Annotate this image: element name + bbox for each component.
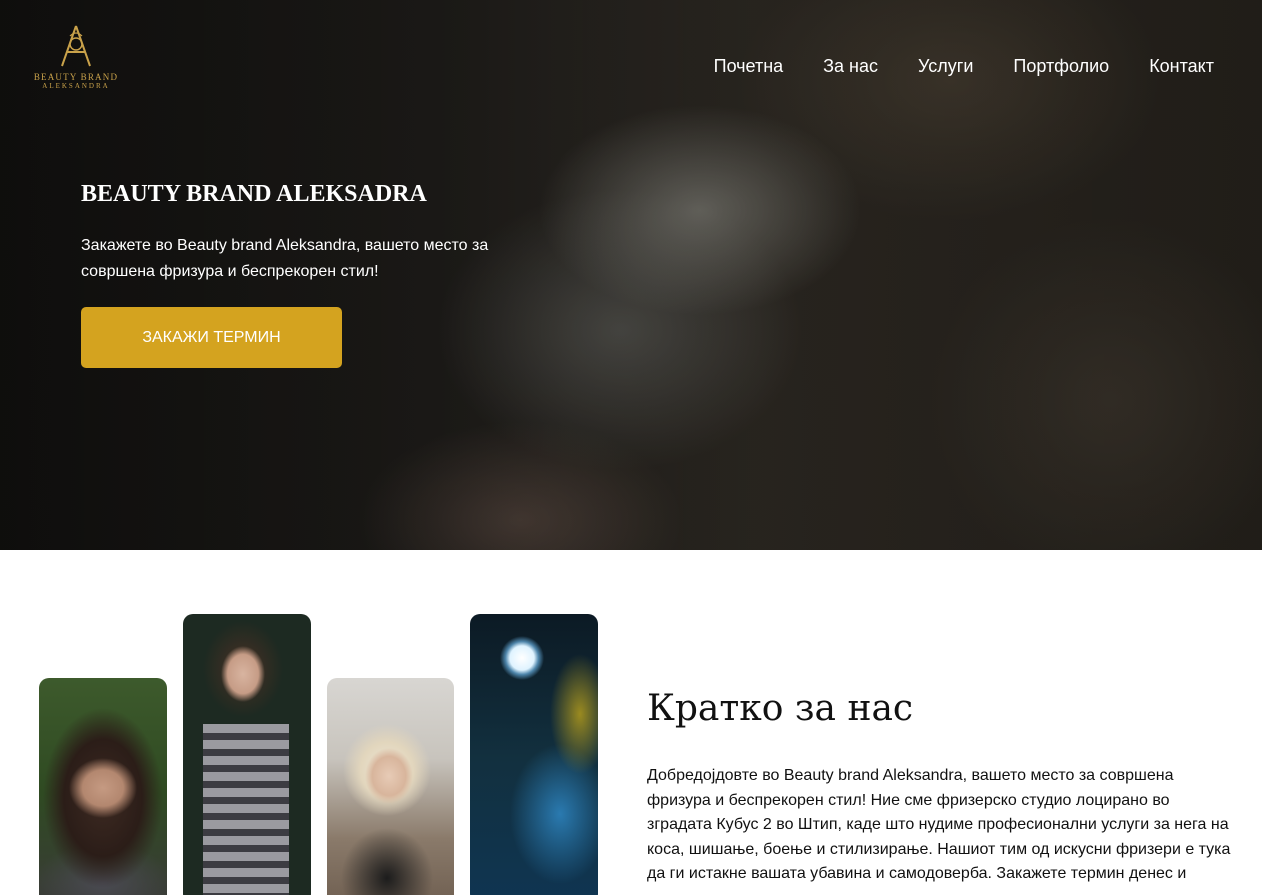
main-nav: Почетна За нас Услуги Портфолио Контакт bbox=[714, 56, 1214, 77]
nav-contact[interactable]: Контакт bbox=[1149, 56, 1214, 77]
about-text: Добредојдовте во Beauty brand Aleksandra… bbox=[647, 767, 1231, 882]
hero-section: BEAUTY BRAND ALEKSANDRA Почетна За нас У… bbox=[0, 0, 1262, 550]
nav-about[interactable]: За нас bbox=[823, 56, 878, 77]
gallery-photo-2 bbox=[183, 614, 311, 895]
nav-services[interactable]: Услуги bbox=[918, 56, 973, 77]
gallery-photo-1 bbox=[39, 678, 167, 895]
gallery-photo-3 bbox=[327, 678, 454, 895]
book-appointment-button[interactable]: ЗАКАЖИ ТЕРМИН bbox=[81, 307, 342, 368]
logo-emblem-icon bbox=[61, 25, 91, 67]
brand-logo[interactable]: BEAUTY BRAND ALEKSANDRA bbox=[28, 22, 124, 98]
nav-home[interactable]: Почетна bbox=[714, 56, 784, 77]
nav-portfolio[interactable]: Портфолио bbox=[1013, 56, 1109, 77]
about-title: Кратко за нас bbox=[647, 688, 914, 729]
gallery-photo-4 bbox=[470, 614, 598, 895]
logo-text-brand: BEAUTY BRAND bbox=[33, 72, 119, 82]
logo-text-name: ALEKSANDRA bbox=[42, 82, 110, 90]
hero-description: Закажете во Beauty brand Aleksandra, ваш… bbox=[81, 237, 489, 280]
hero-title: BEAUTY BRAND ALEKSADRA bbox=[81, 181, 427, 207]
